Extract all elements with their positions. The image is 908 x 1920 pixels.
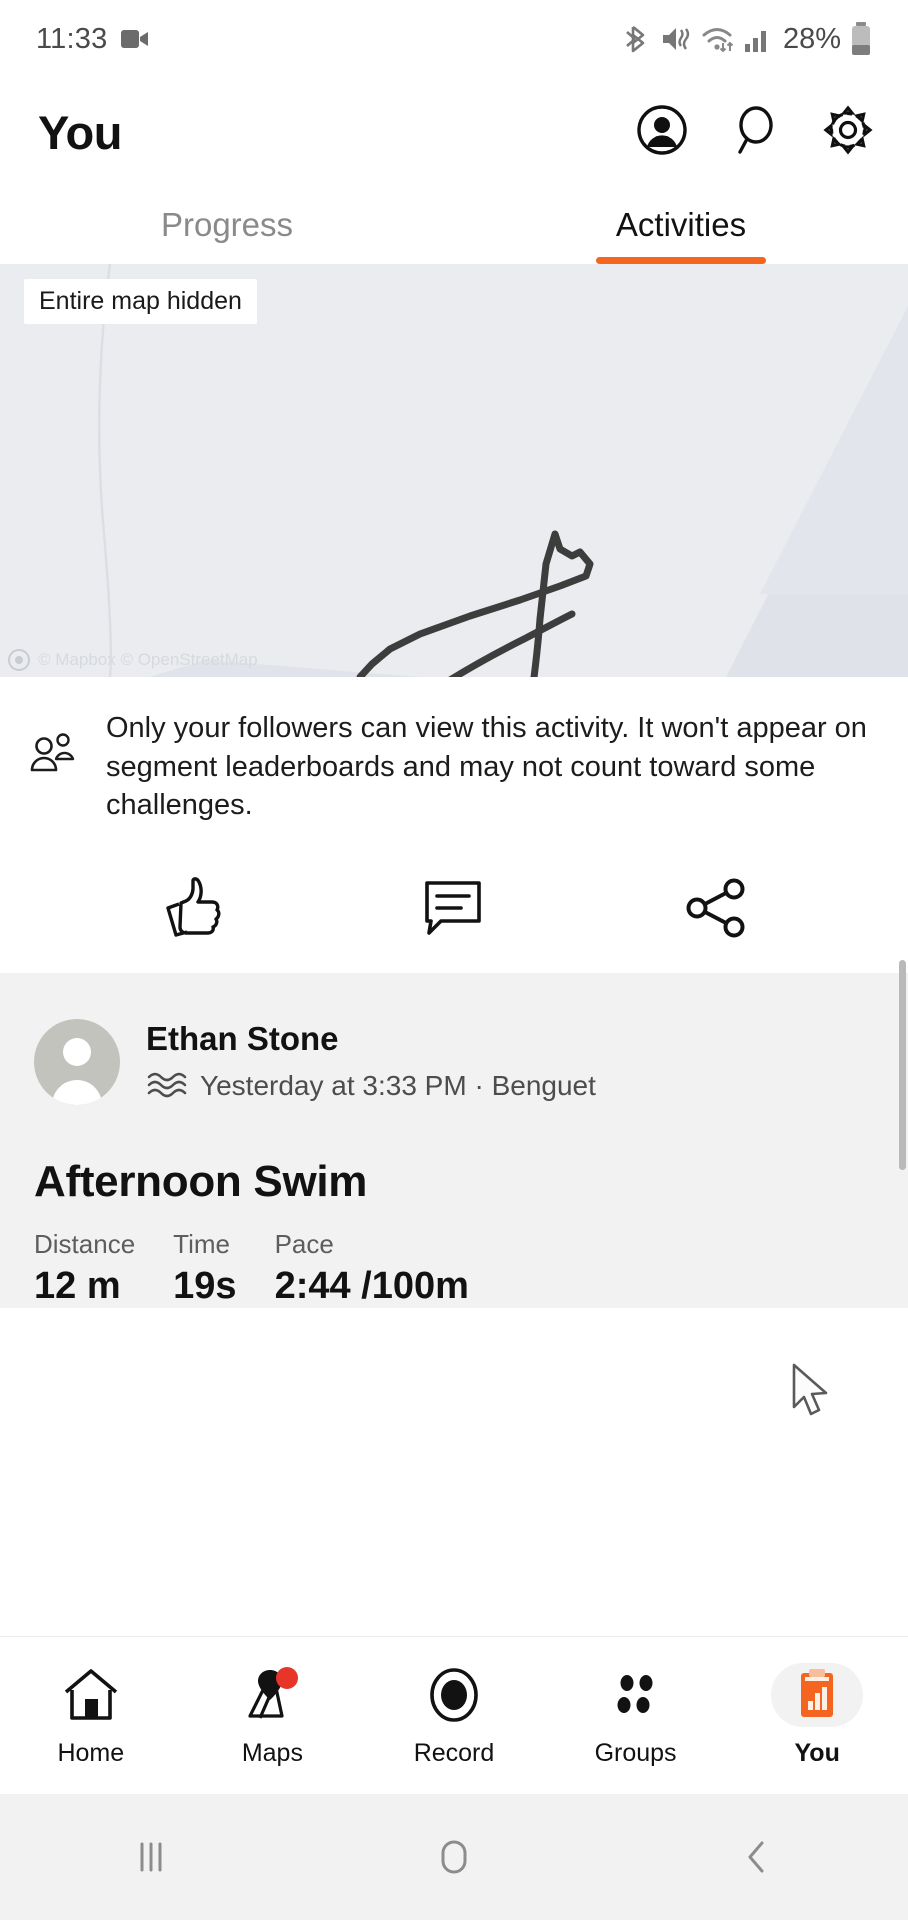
bottom-navigation: Home Maps Record Groups You	[0, 1636, 908, 1794]
status-bar-clock: 11:33	[36, 22, 108, 55]
nav-item-groups[interactable]: Groups	[545, 1663, 727, 1768]
stat-time: Time 19s	[173, 1229, 236, 1308]
record-circle-icon	[408, 1663, 500, 1727]
map-info-icon[interactable]	[8, 649, 30, 671]
athlete-name: Ethan Stone	[146, 1020, 339, 1058]
activity-card[interactable]: Ethan Stone Yesterday at 3:33 PM · Bengu…	[0, 972, 908, 1308]
groups-dots-icon	[590, 1663, 682, 1727]
nav-item-home[interactable]: Home	[0, 1663, 182, 1768]
battery-percent-label: 28%	[782, 22, 841, 55]
nav-item-maps[interactable]: Maps	[182, 1663, 364, 1768]
bluetooth-icon	[625, 23, 651, 55]
map-hidden-badge: Entire map hidden	[24, 279, 257, 324]
tab-progress[interactable]: Progress	[0, 186, 454, 264]
athlete-info: Ethan Stone Yesterday at 3:33 PM · Bengu…	[146, 1020, 596, 1103]
home-icon	[45, 1663, 137, 1727]
stat-pace: Pace 2:44 /100m	[275, 1229, 469, 1308]
wifi-icon	[701, 23, 735, 55]
battery-icon	[850, 22, 872, 56]
like-thumbs-up-icon[interactable]	[60, 875, 323, 941]
clipboard-chart-icon	[771, 1663, 864, 1727]
map-attribution-label: © Mapbox © OpenStreetMap	[38, 650, 258, 669]
tab-activities-label: Activities	[615, 206, 747, 243]
video-recording-icon	[121, 28, 149, 50]
nav-item-record-label: Record	[413, 1739, 495, 1767]
back-button[interactable]	[605, 1835, 908, 1879]
mute-vibrate-icon	[660, 23, 692, 55]
page-title: You	[38, 105, 123, 159]
tab-activities[interactable]: Activities	[454, 186, 908, 264]
avatar[interactable]	[34, 1018, 120, 1105]
mouse-cursor	[790, 1362, 836, 1425]
system-navigation-bar	[0, 1794, 908, 1920]
recents-button[interactable]	[0, 1836, 303, 1878]
privacy-notice: Only your followers can view this activi…	[0, 677, 908, 843]
nav-item-you[interactable]: You	[726, 1663, 908, 1768]
stat-distance-value: 12 m	[34, 1264, 121, 1307]
account-icon[interactable]	[636, 104, 688, 161]
search-icon[interactable]	[730, 104, 780, 161]
tab-bar: Progress Activities	[0, 186, 908, 264]
stat-time-label: Time	[173, 1228, 230, 1259]
map-canvas	[0, 264, 908, 677]
header-actions	[636, 104, 874, 161]
stat-pace-value: 2:44 /100m	[274, 1264, 469, 1307]
stat-pace-label: Pace	[274, 1228, 334, 1259]
activity-stats: Distance 12 m Time 19s Pace 2:44 /100m	[0, 1207, 908, 1308]
swim-waves-icon	[146, 1068, 188, 1103]
tab-progress-label: Progress	[160, 206, 294, 243]
activity-map[interactable]: Entire map hidden © Mapbox © OpenStreetM…	[0, 264, 908, 677]
activity-actions-row	[0, 842, 908, 973]
scrollbar-thumb[interactable]	[899, 960, 906, 1170]
app-header: You	[0, 78, 908, 186]
stat-time-value: 19s	[173, 1264, 237, 1307]
cellular-signal-icon	[744, 24, 770, 54]
activity-title: Afternoon Swim	[34, 1156, 368, 1206]
stat-distance: Distance 12 m	[34, 1229, 135, 1308]
map-pin-icon	[226, 1663, 318, 1727]
nav-item-you-label: You	[794, 1739, 840, 1767]
home-button[interactable]	[303, 1834, 606, 1880]
phone-screen: 11:33 28% You Progress Activities Entire…	[0, 0, 908, 1920]
stat-distance-label: Distance	[34, 1228, 136, 1259]
settings-gear-icon[interactable]	[822, 104, 874, 161]
nav-item-maps-label: Maps	[241, 1739, 303, 1767]
nav-item-groups-label: Groups	[594, 1739, 677, 1767]
privacy-notice-text: Only your followers can view this activi…	[106, 712, 867, 822]
nav-item-home-label: Home	[57, 1739, 125, 1767]
activity-card-header: Ethan Stone Yesterday at 3:33 PM · Bengu…	[0, 1018, 908, 1105]
map-attribution[interactable]: © Mapbox © OpenStreetMap	[8, 649, 258, 671]
followers-group-icon	[28, 709, 80, 825]
share-icon[interactable]	[585, 877, 848, 939]
status-bar: 11:33 28%	[0, 0, 908, 78]
activity-subtitle: Yesterday at 3:33 PM · Benguet	[200, 1069, 596, 1101]
comment-bubble-icon[interactable]	[323, 877, 586, 939]
nav-item-record[interactable]: Record	[363, 1663, 545, 1768]
